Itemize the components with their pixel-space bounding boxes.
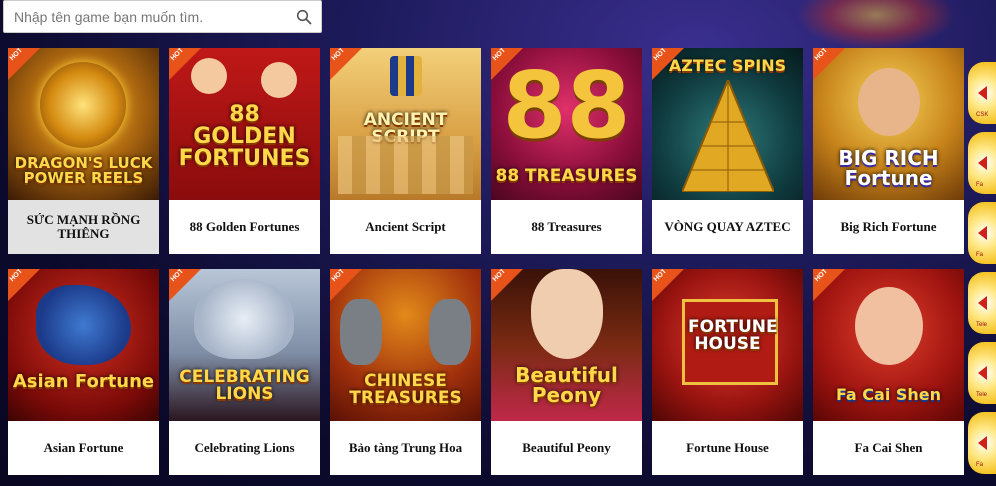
- side-button[interactable]: Tele: [968, 272, 996, 334]
- side-button-label: Tele: [976, 392, 988, 398]
- lion-head: [194, 279, 294, 359]
- game-label[interactable]: 88 Treasures: [491, 200, 642, 254]
- hot-badge: HOT: [491, 48, 523, 80]
- side-button-label: Fa: [976, 462, 984, 468]
- game-art-title: BIG RICH Fortune: [838, 146, 939, 190]
- game-art-title: Fa Cai Shen: [835, 385, 942, 404]
- hot-badge: HOT: [8, 269, 40, 301]
- arrow-left-icon: [977, 436, 987, 450]
- game-card[interactable]: HOT Beautiful Peony Beautiful Peony: [491, 269, 642, 475]
- hot-badge: HOT: [491, 269, 523, 301]
- game-label[interactable]: SỨC MẠNH RỒNG THIÊNG: [8, 200, 159, 254]
- game-label[interactable]: 88 Golden Fortunes: [169, 200, 320, 254]
- search-icon[interactable]: [287, 0, 321, 33]
- game-card[interactable]: HOT AZTEC SPINS VÒNG QUAY AZTEC: [652, 48, 803, 254]
- game-art-title: Asian Fortune: [12, 371, 155, 392]
- pyramid-icon: [682, 80, 774, 192]
- arrow-left-icon: [977, 366, 987, 380]
- pharaoh-head: [390, 56, 422, 96]
- game-thumbnail[interactable]: HOT Beautiful Peony: [491, 269, 642, 421]
- game-card[interactable]: HOT CELEBRATING LIONS Celebrating Lions: [169, 269, 320, 475]
- lion-statue-left: [340, 299, 382, 365]
- game-card[interactable]: HOT BIG RICH Fortune Big Rich Fortune: [813, 48, 964, 254]
- game-card[interactable]: HOT FORTUNE HOUSE Fortune House: [652, 269, 803, 475]
- game-label[interactable]: Big Rich Fortune: [813, 200, 964, 254]
- hot-badge: HOT: [169, 269, 201, 301]
- game-card[interactable]: HOT CHINESE TREASURES Bảo tàng Trung Hoa: [330, 269, 481, 475]
- hot-badge: HOT: [169, 48, 201, 80]
- arrow-left-icon: [977, 156, 987, 170]
- arrow-left-icon: [977, 86, 987, 100]
- lion-statue-right: [429, 299, 471, 365]
- dragon-emblem: [40, 62, 126, 148]
- side-button-label: CSK: [976, 112, 989, 118]
- background-decoration: [796, 0, 956, 50]
- game-art-title: CHINESE TREASURES: [349, 371, 462, 408]
- game-thumbnail[interactable]: HOT 88 GOLDEN FORTUNES: [169, 48, 320, 200]
- game-art-title: DRAGON'S LUCK POWER REELS: [14, 154, 153, 187]
- game-thumbnail[interactable]: HOT BIG RICH Fortune: [813, 48, 964, 200]
- game-label[interactable]: Celebrating Lions: [169, 421, 320, 475]
- character-face: [531, 269, 603, 359]
- side-button-label: Fa: [976, 252, 984, 258]
- hot-badge: HOT: [813, 269, 845, 301]
- game-thumbnail[interactable]: HOT DRAGON'S LUCK POWER REELS: [8, 48, 159, 200]
- arrow-left-icon: [977, 296, 987, 310]
- search-input[interactable]: [4, 1, 287, 32]
- game-thumbnail[interactable]: HOT FORTUNE HOUSE: [652, 269, 803, 421]
- game-thumbnail[interactable]: HOT 88 88 TREASURES: [491, 48, 642, 200]
- side-button[interactable]: Tele: [968, 342, 996, 404]
- game-label[interactable]: Beautiful Peony: [491, 421, 642, 475]
- pillars: [338, 136, 473, 194]
- game-art-title: CELEBRATING LIONS: [179, 367, 310, 404]
- game-thumbnail[interactable]: HOT Fa Cai Shen: [813, 269, 964, 421]
- side-button[interactable]: Fa: [968, 202, 996, 264]
- game-thumbnail[interactable]: HOT ANCIENT SCRIPT: [330, 48, 481, 200]
- game-art-title: Beautiful Peony: [515, 363, 618, 407]
- game-thumbnail[interactable]: HOT CELEBRATING LIONS: [169, 269, 320, 421]
- dragon-shape: [36, 285, 131, 365]
- game-label[interactable]: Fa Cai Shen: [813, 421, 964, 475]
- hot-badge: HOT: [652, 48, 684, 80]
- hot-badge: HOT: [330, 269, 362, 301]
- game-card[interactable]: HOT 88 GOLDEN FORTUNES 88 Golden Fortune…: [169, 48, 320, 254]
- game-card[interactable]: HOT Asian Fortune Asian Fortune: [8, 269, 159, 475]
- game-card[interactable]: HOT Fa Cai Shen Fa Cai Shen: [813, 269, 964, 475]
- side-button[interactable]: CSK: [968, 62, 996, 124]
- game-label[interactable]: Ancient Script: [330, 200, 481, 254]
- game-thumbnail[interactable]: HOT Asian Fortune: [8, 269, 159, 421]
- character-face: [858, 68, 920, 136]
- hot-badge: HOT: [813, 48, 845, 80]
- character-right: [261, 62, 297, 98]
- game-thumbnail[interactable]: HOT CHINESE TREASURES: [330, 269, 481, 421]
- game-art-title: 88 TREASURES: [495, 166, 638, 186]
- side-button-label: Tele: [976, 322, 988, 328]
- hot-badge: HOT: [8, 48, 40, 80]
- hot-badge: HOT: [330, 48, 362, 80]
- game-art-title: 88 GOLDEN FORTUNES: [178, 102, 311, 171]
- game-label[interactable]: Bảo tàng Trung Hoa: [330, 421, 481, 475]
- game-thumbnail[interactable]: HOT AZTEC SPINS: [652, 48, 803, 200]
- side-button[interactable]: Fa: [968, 412, 996, 474]
- hot-badge: HOT: [652, 269, 684, 301]
- game-label[interactable]: VÒNG QUAY AZTEC: [652, 200, 803, 254]
- game-card[interactable]: HOT 88 88 TREASURES 88 Treasures: [491, 48, 642, 254]
- game-label[interactable]: Asian Fortune: [8, 421, 159, 475]
- game-card[interactable]: HOT ANCIENT SCRIPT Ancient Script: [330, 48, 481, 254]
- search-bar: [3, 0, 322, 33]
- game-label[interactable]: Fortune House: [652, 421, 803, 475]
- character-face: [855, 287, 923, 365]
- side-button-label: Fa: [976, 182, 984, 188]
- game-card[interactable]: HOT DRAGON'S LUCK POWER REELS SỨC MẠNH R…: [8, 48, 159, 254]
- arrow-left-icon: [977, 226, 987, 240]
- game-art-title: FORTUNE HOUSE: [688, 317, 778, 354]
- side-button[interactable]: Fa: [968, 132, 996, 194]
